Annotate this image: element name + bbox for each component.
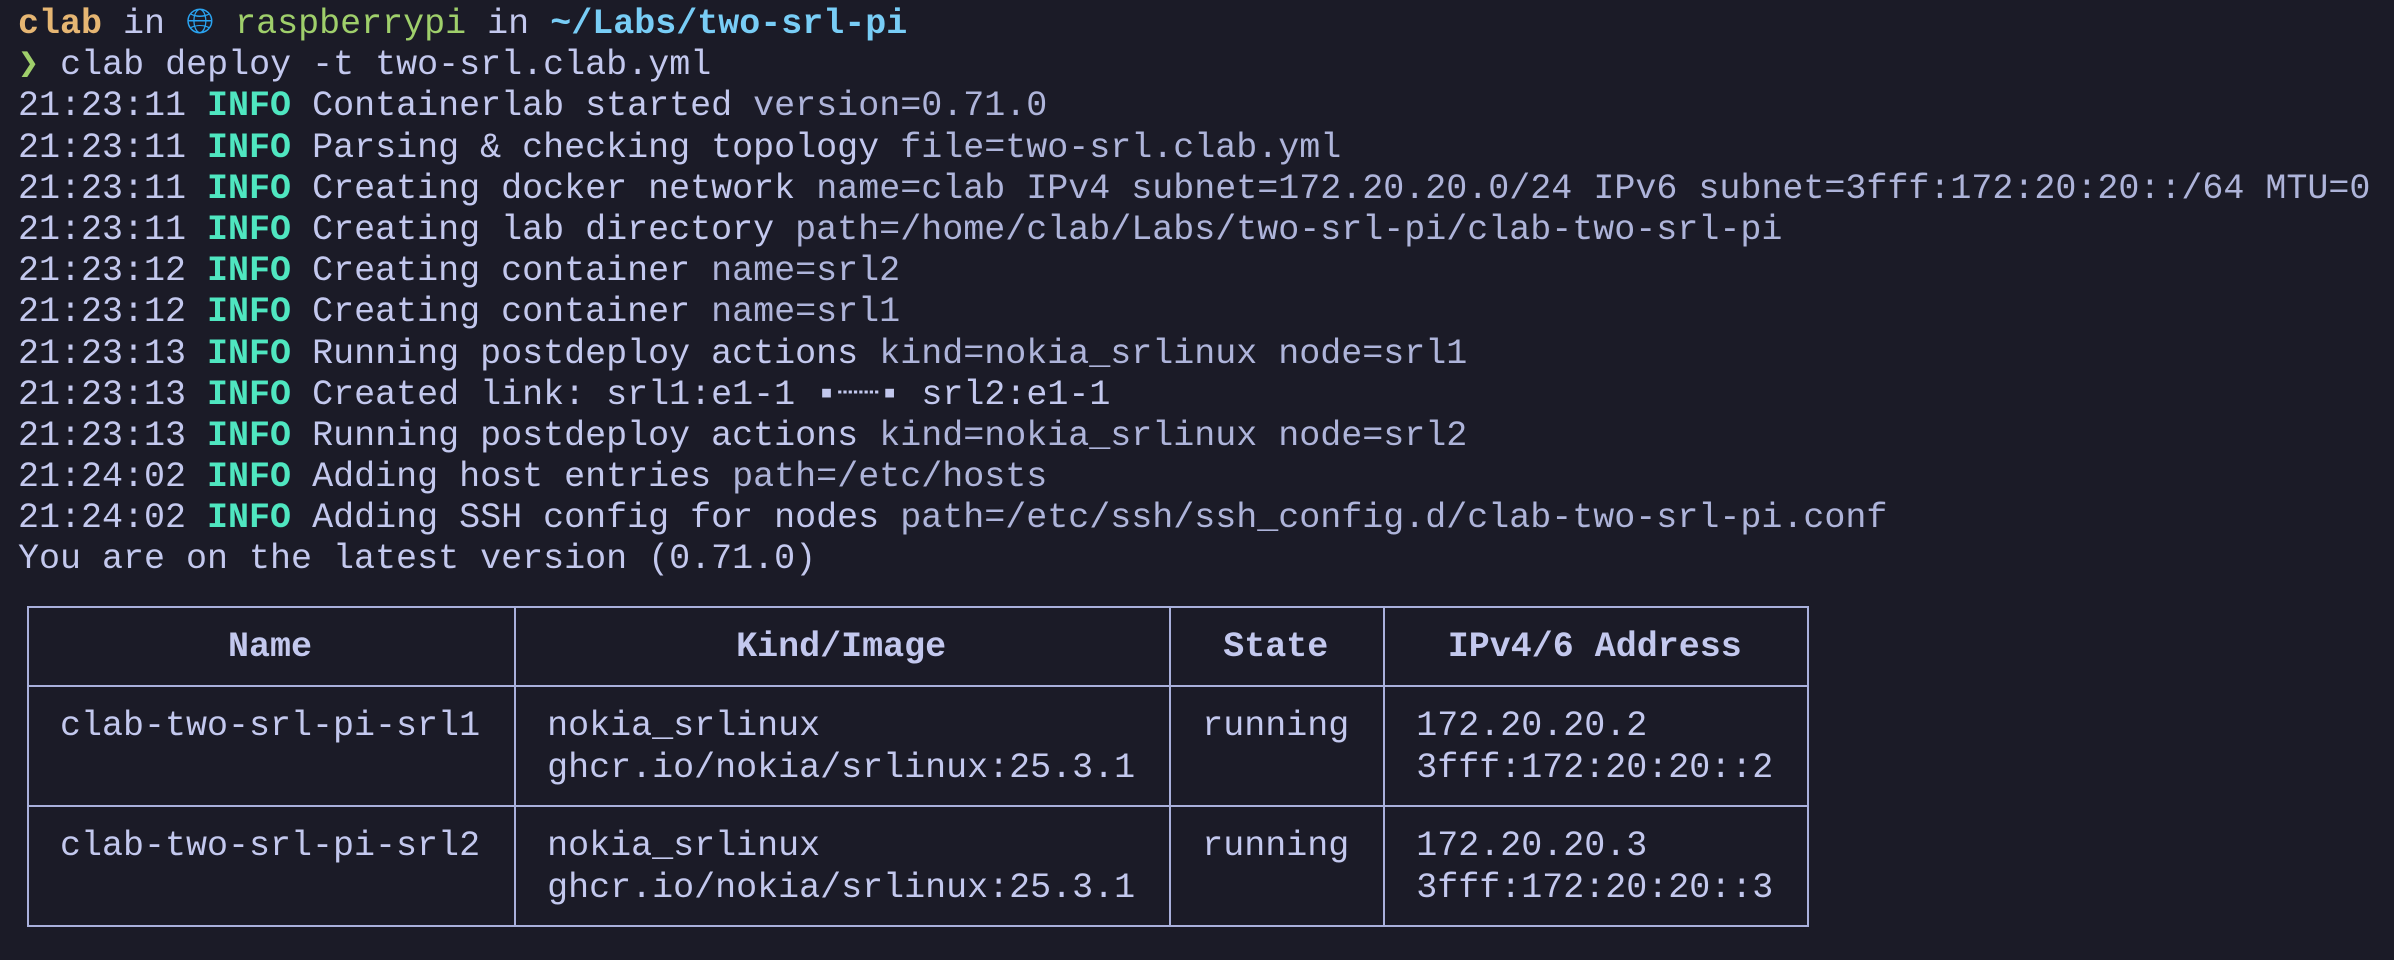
log-level: INFO [207, 292, 292, 333]
log-time: 21:23:13 [18, 333, 187, 374]
log-time: 21:23:12 [18, 251, 187, 292]
log-time: 21:23:12 [18, 292, 187, 333]
log-level: INFO [207, 374, 292, 415]
prompt-host: raspberrypi [235, 4, 467, 44]
log-level: INFO [207, 498, 292, 539]
log-fields: path=/etc/hosts [732, 457, 1048, 498]
ipv4: 172.20.20.3 [1416, 826, 1648, 866]
prompt-chevron-icon: ❯ [18, 45, 40, 86]
log-fields: name=srl1 [711, 292, 901, 333]
log-level: INFO [207, 86, 292, 127]
header-kind-image: Kind/Image [514, 606, 1172, 687]
log-message: Parsing & checking topology [312, 127, 880, 168]
log-line: 21:23:13 INFO Running postdeploy actions… [18, 416, 2370, 457]
log-line: 21:23:13 INFO Running postdeploy actions… [18, 334, 2370, 375]
kind: nokia_srlinux [547, 706, 821, 746]
log-line: 21:24:02 INFO Adding host entries path=/… [18, 457, 2370, 498]
log-output: 21:23:11 INFO Containerlab started versi… [18, 86, 2370, 539]
cell-kind-image: nokia_srlinux ghcr.io/nokia/srlinux:25.3.… [514, 685, 1172, 807]
log-time: 21:23:11 [18, 168, 187, 209]
table-row: clab-two-srl-pi-srl1 nokia_srlinux ghcr.i… [26, 685, 1810, 807]
header-address: IPv4/6 Address [1383, 606, 1810, 687]
terminal: clab in 🌐︎ raspberrypi in ~/Labs/two-srl… [18, 4, 2370, 581]
cell-address: 172.20.20.3 3fff:172:20:20::3 [1383, 805, 1810, 927]
log-message: Running postdeploy actions [312, 333, 859, 374]
image: ghcr.io/nokia/srlinux:25.3.1 [547, 748, 1136, 788]
log-line: 21:23:12 INFO Creating container name=sr… [18, 292, 2370, 333]
table-header-row: Name Kind/Image State IPv4/6 Address [26, 606, 1810, 687]
header-name: Name [26, 606, 517, 687]
log-line: 21:23:13 INFO Created link: srl1:e1-1 ▪┈… [18, 375, 2370, 416]
version-message: You are on the latest version (0.71.0) [18, 539, 817, 580]
table-row: clab-two-srl-pi-srl2 nokia_srlinux ghcr.i… [26, 805, 1810, 927]
log-level: INFO [207, 457, 292, 498]
log-message: Running postdeploy actions [312, 415, 859, 456]
globe-icon: 🌐︎ [186, 4, 215, 44]
ipv6: 3fff:172:20:20::2 [1416, 748, 1774, 788]
log-fields: name=clab IPv4 subnet=172.20.20.0/24 IPv… [816, 168, 2371, 209]
log-fields: file=two-srl.clab.yml [900, 127, 1342, 168]
cell-state: running [1169, 685, 1386, 807]
cell-address: 172.20.20.2 3fff:172:20:20::2 [1383, 685, 1810, 807]
log-message: Containerlab started [312, 86, 733, 127]
log-time: 21:23:13 [18, 415, 187, 456]
log-message: Created link: srl1:e1-1 ▪┈┈▪ srl2:e1-1 [312, 374, 1111, 415]
log-time: 21:23:13 [18, 374, 187, 415]
cell-name: clab-two-srl-pi-srl1 [26, 685, 517, 807]
log-time: 21:24:02 [18, 498, 187, 539]
log-level: INFO [207, 251, 292, 292]
log-line: 21:23:12 INFO Creating container name=sr… [18, 251, 2370, 292]
log-line: 21:23:11 INFO Parsing & checking topolog… [18, 128, 2370, 169]
log-message: Creating container [312, 292, 691, 333]
log-message: Creating docker network [312, 168, 796, 209]
log-fields: path=/etc/ssh/ssh_config.d/clab-two-srl-… [900, 498, 1888, 539]
log-level: INFO [207, 209, 292, 250]
prompt-in: in [487, 4, 530, 44]
ipv6: 3fff:172:20:20::3 [1416, 868, 1774, 908]
image: ghcr.io/nokia/srlinux:25.3.1 [547, 868, 1136, 908]
log-fields: kind=nokia_srlinux node=srl2 [879, 415, 1468, 456]
prompt-line: clab in 🌐︎ raspberrypi in ~/Labs/two-srl… [18, 4, 2370, 45]
prompt-in: in [123, 4, 166, 44]
prompt-user: clab [18, 4, 103, 44]
log-fields: path=/home/clab/Labs/two-srl-pi/clab-two… [795, 209, 1783, 250]
nodes-table: Name Kind/Image State IPv4/6 Address cla… [26, 606, 1810, 927]
kind: nokia_srlinux [547, 826, 821, 866]
log-time: 21:24:02 [18, 457, 187, 498]
log-level: INFO [207, 333, 292, 374]
header-state: State [1169, 606, 1386, 687]
log-fields: kind=nokia_srlinux node=srl1 [879, 333, 1468, 374]
command-line[interactable]: ❯ clab deploy -t two-srl.clab.yml [18, 45, 2370, 86]
log-message: Creating lab directory [312, 209, 775, 250]
log-fields: version=0.71.0 [753, 86, 1048, 127]
log-message: Creating container [312, 251, 691, 292]
cell-kind-image: nokia_srlinux ghcr.io/nokia/srlinux:25.3.… [514, 805, 1172, 927]
log-level: INFO [207, 415, 292, 456]
command-text: clab deploy -t two-srl.clab.yml [60, 45, 712, 86]
log-level: INFO [207, 168, 292, 209]
log-time: 21:23:11 [18, 86, 187, 127]
cell-name: clab-two-srl-pi-srl2 [26, 805, 517, 927]
log-line: 21:23:11 INFO Creating lab directory pat… [18, 210, 2370, 251]
ipv4: 172.20.20.2 [1416, 706, 1648, 746]
log-line: 21:23:11 INFO Containerlab started versi… [18, 86, 2370, 127]
log-time: 21:23:11 [18, 127, 187, 168]
log-line: 21:24:02 INFO Adding SSH config for node… [18, 498, 2370, 539]
cell-state: running [1169, 805, 1386, 927]
log-message: Adding SSH config for nodes [312, 498, 880, 539]
log-level: INFO [207, 127, 292, 168]
log-message: Adding host entries [312, 457, 712, 498]
log-line: 21:23:11 INFO Creating docker network na… [18, 169, 2370, 210]
prompt-path: ~/Labs/two-srl-pi [550, 4, 908, 44]
log-time: 21:23:11 [18, 209, 187, 250]
log-fields: name=srl2 [711, 251, 901, 292]
